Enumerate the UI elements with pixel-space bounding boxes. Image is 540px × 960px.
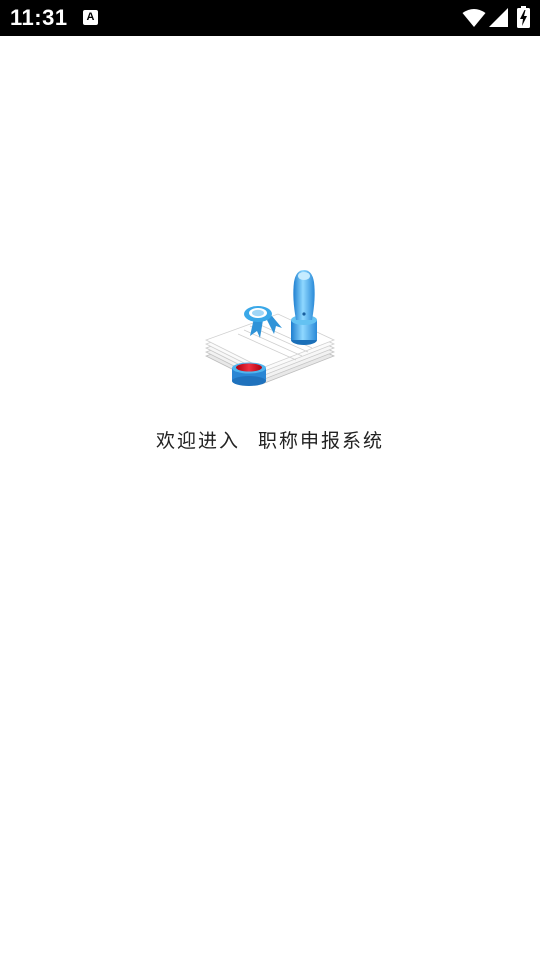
status-bar: 11:31 A	[0, 0, 540, 36]
notification-letter: A	[86, 11, 95, 23]
welcome-text: 欢迎进入	[155, 430, 240, 452]
app-name: 职称申报系统	[258, 430, 385, 452]
wifi-icon	[462, 9, 486, 27]
splash-screen: 欢迎进入 职称申报系统	[0, 36, 540, 960]
battery-charging-icon	[517, 6, 530, 28]
status-time: 11:31	[10, 5, 68, 30]
rubber-stamp	[291, 270, 317, 345]
certificate-stamp-icon	[204, 270, 336, 386]
notification-a-icon: A	[83, 10, 98, 25]
welcome-message: 欢迎进入 职称申报系统	[0, 426, 540, 453]
ink-pad	[232, 362, 266, 386]
cellular-signal-icon	[489, 8, 508, 27]
